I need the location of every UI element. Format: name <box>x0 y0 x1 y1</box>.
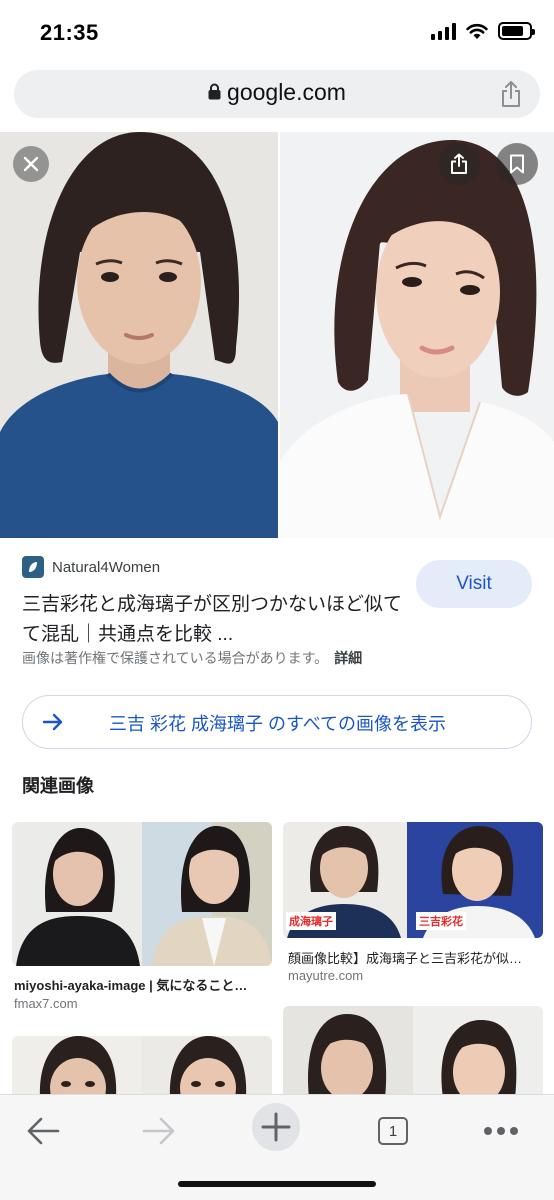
tab-count: 1 <box>378 1117 408 1145</box>
view-all-images-label: 三吉 彩花 成海璃子 のすべての画像を表示 <box>109 714 447 734</box>
share-icon[interactable] <box>500 80 522 108</box>
copyright-text: 画像は著作権で保護されている場合があります。 <box>22 650 329 666</box>
save-image-button[interactable] <box>496 143 538 185</box>
related-image-3[interactable] <box>12 1036 272 1098</box>
related-domain-1: fmax7.com <box>14 996 78 1011</box>
source-name: Natural4Women <box>52 558 161 576</box>
more-dots-icon <box>484 1127 518 1135</box>
source-favicon-icon <box>22 556 44 578</box>
close-icon <box>23 156 39 172</box>
related-domain-2: mayutre.com <box>288 968 364 983</box>
share-icon <box>451 153 467 174</box>
battery-icon <box>498 22 535 40</box>
copyright-notice: 画像は著作権で保護されている場合があります。 詳細 <box>22 648 362 668</box>
source-row[interactable]: Natural4Women <box>22 556 160 578</box>
close-button[interactable] <box>13 146 49 182</box>
result-image[interactable] <box>0 132 554 538</box>
plus-icon <box>261 1112 291 1142</box>
hero-photo-right <box>280 132 554 538</box>
home-indicator <box>178 1181 376 1187</box>
arrow-right-icon <box>42 713 63 731</box>
lock-icon <box>208 83 221 100</box>
view-all-images-button[interactable]: 三吉 彩花 成海璃子 のすべての画像を表示 <box>22 695 532 749</box>
new-tab-button[interactable] <box>252 1103 300 1151</box>
status-icons <box>431 22 535 40</box>
cellular-signal-icon <box>431 22 456 40</box>
url-display[interactable]: google.com <box>14 79 540 106</box>
copyright-details-link[interactable]: 詳細 <box>334 650 362 666</box>
more-menu-button[interactable] <box>476 1109 526 1153</box>
image-share-button[interactable] <box>438 143 480 185</box>
status-bar: 21:35 <box>0 0 554 66</box>
related-images-heading: 関連画像 <box>22 776 94 796</box>
url-text: google.com <box>227 79 346 105</box>
result-title[interactable]: 三吉彩花と成海璃子が区別つかないほど似てて混乱｜共通点を比較 ... <box>22 590 402 650</box>
related-tag-left: 成海璃子 <box>286 912 336 930</box>
status-time: 21:35 <box>40 20 99 45</box>
tab-switcher-button[interactable]: 1 <box>368 1109 418 1153</box>
wifi-icon <box>466 23 488 39</box>
related-caption-2[interactable]: 顔画像比較】成海璃子と三吉彩花が似… <box>288 948 540 967</box>
related-tag-right: 三吉彩花 <box>416 912 466 930</box>
hero-photo-left <box>0 132 278 538</box>
back-button[interactable] <box>18 1109 68 1153</box>
forward-arrow-icon <box>142 1117 175 1145</box>
url-bar[interactable]: google.com <box>14 70 540 118</box>
related-caption-1[interactable]: miyoshi-ayaka-image | 気になること… <box>14 975 270 994</box>
forward-button[interactable] <box>134 1109 184 1153</box>
visit-button[interactable]: Visit <box>416 560 532 608</box>
bookmark-icon <box>510 154 524 174</box>
back-arrow-icon <box>27 1117 60 1145</box>
related-image-1[interactable] <box>12 822 272 966</box>
related-image-4[interactable] <box>283 1006 543 1098</box>
